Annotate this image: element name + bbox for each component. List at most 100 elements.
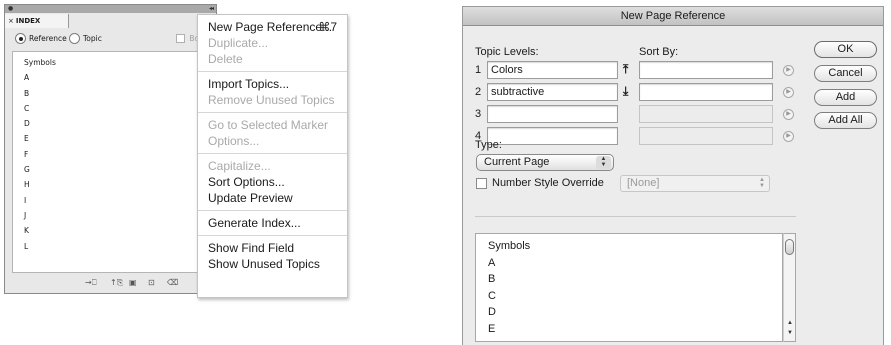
book-checkbox-box bbox=[176, 34, 186, 43]
menu-item-delete: Delete bbox=[208, 52, 243, 66]
ok-button[interactable]: OK bbox=[814, 41, 877, 58]
row-number: 1 bbox=[475, 64, 482, 76]
scrollbar-thumb[interactable] bbox=[785, 239, 794, 255]
row-number: 3 bbox=[475, 108, 482, 120]
topic-level-4-field[interactable] bbox=[487, 127, 618, 145]
list-item[interactable]: K bbox=[24, 223, 201, 238]
number-style-select: [None] ▲ ▼ bbox=[620, 175, 770, 192]
index-panel-flyout-menu: New Page Reference... ⌘7 Duplicate... De… bbox=[197, 14, 348, 298]
menu-item-update-preview[interactable]: Update Preview bbox=[198, 190, 347, 206]
divider bbox=[475, 216, 796, 217]
sort-by-1-field[interactable] bbox=[639, 61, 773, 79]
topic-level-3-field[interactable] bbox=[487, 105, 618, 123]
menu-group: Generate Index... bbox=[198, 211, 347, 236]
scroll-up-arrow-icon[interactable]: ▲ bbox=[787, 320, 793, 326]
list-item[interactable]: Symbols bbox=[24, 55, 201, 70]
menu-item-go-to-selected-marker: Go to Selected Marker bbox=[208, 118, 329, 132]
select-stepper-icon: ▲ ▼ bbox=[596, 156, 611, 169]
index-entry-list[interactable]: Symbols A B C D E F G H I J K L bbox=[12, 51, 202, 273]
list-item[interactable]: D bbox=[24, 116, 201, 131]
sort-go-arrow-icon[interactable]: ▶ bbox=[783, 87, 794, 98]
menu-item-sort-options[interactable]: Sort Options... bbox=[198, 174, 347, 190]
number-style-override-checkbox[interactable] bbox=[476, 178, 487, 189]
sort-by-2-field[interactable] bbox=[639, 83, 773, 101]
list-item[interactable]: I bbox=[24, 193, 201, 208]
reference-radio-label: Reference bbox=[29, 34, 67, 43]
generate-index-icon[interactable]: ▣ bbox=[129, 278, 137, 287]
list-item[interactable]: D bbox=[488, 304, 782, 321]
menu-item-new-page-reference[interactable]: New Page Reference... ⌘7 bbox=[198, 19, 347, 35]
list-item[interactable]: Symbols bbox=[488, 238, 782, 255]
menu-item-generate-index[interactable]: Generate Index... bbox=[198, 215, 347, 231]
number-style-override-label: Number Style Override bbox=[492, 177, 604, 189]
list-item[interactable]: J bbox=[24, 208, 201, 223]
cancel-button[interactable]: Cancel bbox=[814, 65, 877, 82]
topic-list[interactable]: Symbols A B C D E bbox=[475, 233, 783, 342]
number-style-select-value: [None] bbox=[627, 177, 660, 189]
list-item[interactable]: E bbox=[488, 321, 782, 338]
topic-radio[interactable]: Topic bbox=[69, 33, 102, 44]
menu-group: Go to Selected Marker Options... bbox=[198, 113, 347, 154]
list-item[interactable]: A bbox=[488, 255, 782, 272]
new-entry-icon[interactable]: ⊡ bbox=[148, 278, 155, 287]
type-select-value: Current Page bbox=[484, 156, 550, 168]
menu-item-capitalize: Capitalize... bbox=[208, 159, 271, 173]
menu-item-show-find-field[interactable]: Show Find Field bbox=[198, 240, 347, 256]
go-to-marker-icon[interactable]: →⎕ bbox=[85, 278, 97, 288]
index-mode-options: Reference Topic Book bbox=[5, 28, 216, 50]
dialog-title: New Page Reference bbox=[463, 7, 883, 26]
list-item[interactable]: C bbox=[488, 288, 782, 305]
topic-levels-label: Topic Levels: bbox=[475, 46, 539, 58]
reference-radio-circle[interactable] bbox=[15, 33, 26, 44]
list-item[interactable]: H bbox=[24, 177, 201, 192]
index-panel: ● ◂◂ ×INDEX ≡ Reference Topic Book Symbo… bbox=[4, 4, 217, 294]
list-item[interactable]: B bbox=[24, 86, 201, 101]
list-item[interactable]: E bbox=[24, 131, 201, 146]
list-item[interactable]: A bbox=[24, 70, 201, 85]
tab-index[interactable]: × INDEX bbox=[5, 14, 69, 28]
new-page-reference-dialog: New Page Reference Topic Levels: Sort By… bbox=[462, 6, 884, 345]
sort-go-arrow-icon[interactable]: ▶ bbox=[783, 65, 794, 76]
panel-close-dot-icon[interactable]: ● bbox=[8, 6, 13, 12]
sort-by-label: Sort By: bbox=[639, 46, 679, 58]
panel-title-strip: ● ◂◂ bbox=[5, 5, 216, 13]
menu-item-duplicate: Duplicate... bbox=[208, 36, 269, 50]
select-stepper-icon: ▲ ▼ bbox=[759, 177, 765, 189]
type-select[interactable]: Current Page ▲ ▼ bbox=[476, 154, 614, 171]
sort-go-arrow-icon: ▶ bbox=[783, 109, 794, 120]
sort-go-arrow-icon: ▶ bbox=[783, 131, 794, 142]
topic-level-1-field[interactable]: Colors bbox=[487, 61, 618, 79]
tab-close-icon[interactable]: × bbox=[8, 17, 14, 25]
topic-radio-label: Topic bbox=[83, 34, 102, 43]
menu-item-show-unused-topics[interactable]: Show Unused Topics bbox=[198, 256, 347, 272]
menu-group: New Page Reference... ⌘7 Duplicate... De… bbox=[198, 15, 347, 72]
list-item[interactable]: B bbox=[488, 271, 782, 288]
topic-level-2-field[interactable]: subtractive bbox=[487, 83, 618, 101]
sort-by-3-field bbox=[639, 105, 773, 123]
list-item[interactable]: C bbox=[24, 101, 201, 116]
menu-group: Capitalize... Sort Options... Update Pre… bbox=[198, 154, 347, 211]
add-button[interactable]: Add bbox=[814, 89, 877, 106]
reference-radio[interactable]: Reference bbox=[15, 33, 67, 44]
index-panel-footer: →⎕ ↑⎘ ▣ ⊡ ⌫ bbox=[5, 275, 216, 293]
delete-icon[interactable]: ⌫ bbox=[167, 278, 178, 287]
menu-item-options: Options... bbox=[208, 134, 260, 148]
list-item[interactable]: G bbox=[24, 162, 201, 177]
collapse-panel-icon[interactable]: ◂◂ bbox=[209, 5, 214, 12]
move-level-up-icon[interactable]: ⤒ bbox=[623, 62, 628, 77]
tab-index-label: INDEX bbox=[15, 17, 41, 25]
list-item[interactable]: F bbox=[24, 147, 201, 162]
menu-group: Import Topics... Remove Unused Topics bbox=[198, 72, 347, 113]
list-item[interactable]: L bbox=[24, 239, 201, 254]
type-label: Type: bbox=[475, 139, 502, 151]
menu-item-import-topics[interactable]: Import Topics... bbox=[198, 76, 347, 92]
menu-item-shortcut: ⌘7 bbox=[318, 20, 337, 34]
menu-group: Show Find Field Show Unused Topics bbox=[198, 236, 347, 276]
add-all-button[interactable]: Add All bbox=[814, 112, 877, 129]
topic-radio-circle[interactable] bbox=[69, 33, 80, 44]
topic-list-scrollbar[interactable]: ▲ ▼ bbox=[783, 233, 796, 342]
update-preview-icon[interactable]: ↑⎘ bbox=[110, 278, 123, 288]
scroll-down-arrow-icon[interactable]: ▼ bbox=[787, 330, 793, 336]
move-level-down-icon[interactable]: ⤓ bbox=[623, 84, 628, 99]
menu-item-label: New Page Reference... bbox=[208, 20, 333, 34]
